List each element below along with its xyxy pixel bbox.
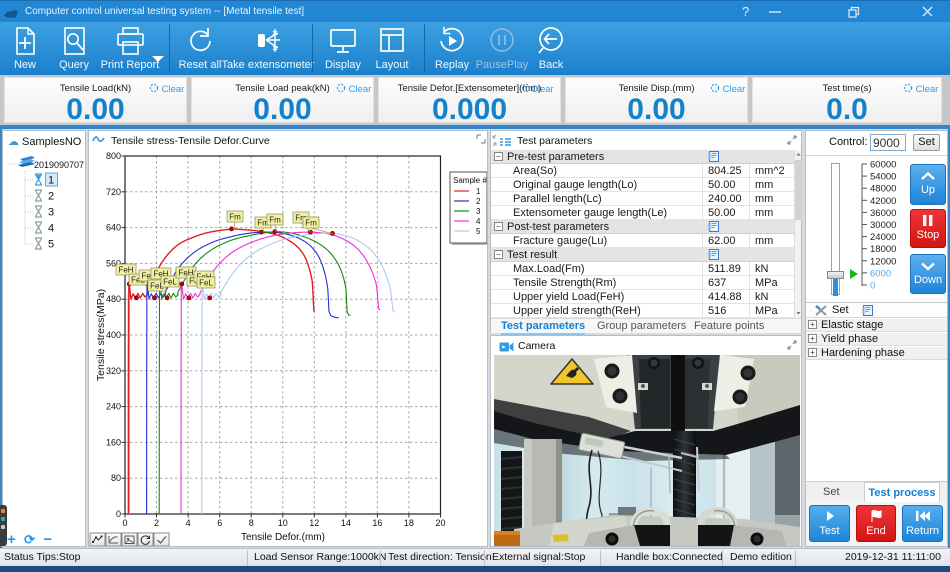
svg-text:FeH: FeH — [118, 266, 133, 275]
svg-text:FeL: FeL — [163, 278, 177, 287]
svg-text:4: 4 — [48, 223, 54, 235]
svg-text:Fm: Fm — [229, 213, 241, 222]
svg-text:2: 2 — [48, 191, 54, 203]
svg-text:400: 400 — [106, 330, 121, 340]
svg-text:Tensile stress(MPa): Tensile stress(MPa) — [95, 289, 107, 381]
svg-text:720: 720 — [106, 187, 121, 197]
svg-text:4: 4 — [476, 217, 481, 226]
svg-text:2: 2 — [476, 197, 481, 206]
svg-text:48000: 48000 — [870, 184, 896, 195]
svg-text:320: 320 — [106, 366, 121, 376]
svg-text:1: 1 — [48, 175, 54, 187]
svg-text:Sample #: Sample # — [453, 176, 487, 185]
svg-text:24000: 24000 — [870, 232, 896, 243]
svg-text:6: 6 — [217, 518, 222, 528]
svg-text:18: 18 — [404, 518, 414, 528]
svg-text:0: 0 — [870, 281, 875, 292]
svg-text:160: 160 — [106, 437, 121, 447]
svg-text:18000: 18000 — [870, 244, 896, 255]
svg-text:800: 800 — [106, 151, 121, 161]
svg-text:1: 1 — [476, 187, 481, 196]
svg-text:3: 3 — [48, 207, 54, 219]
svg-text:8: 8 — [249, 518, 254, 528]
svg-text:FeL: FeL — [199, 279, 213, 288]
svg-text:3: 3 — [476, 207, 481, 216]
svg-text:Fm: Fm — [305, 219, 317, 228]
svg-text:60000: 60000 — [870, 160, 896, 171]
svg-text:4: 4 — [186, 518, 191, 528]
svg-text:16: 16 — [372, 518, 382, 528]
svg-text:12: 12 — [309, 518, 319, 528]
svg-text:2: 2 — [154, 518, 159, 528]
svg-text:0: 0 — [116, 509, 121, 519]
svg-text:20: 20 — [435, 518, 445, 528]
svg-text:Fm: Fm — [269, 216, 281, 225]
svg-text:5: 5 — [476, 227, 481, 236]
svg-text:80: 80 — [111, 473, 121, 483]
svg-text:Tensile Defor.(mm): Tensile Defor.(mm) — [241, 532, 325, 543]
svg-text:5: 5 — [48, 239, 54, 251]
svg-text:6000: 6000 — [870, 268, 891, 279]
svg-text:640: 640 — [106, 223, 121, 233]
svg-text:12000: 12000 — [870, 256, 896, 267]
svg-text:Tensile stress-Tensile Defor.C: Tensile stress-Tensile Defor.Curve — [111, 135, 270, 147]
svg-text:480: 480 — [106, 294, 121, 304]
svg-text:54000: 54000 — [870, 172, 896, 183]
svg-text:10: 10 — [278, 518, 288, 528]
svg-text:42000: 42000 — [870, 196, 896, 207]
svg-text:14: 14 — [341, 518, 351, 528]
svg-text:2019090707: 2019090707 — [34, 160, 84, 170]
svg-text:36000: 36000 — [870, 208, 896, 219]
svg-text:240: 240 — [106, 402, 121, 412]
svg-text:0: 0 — [122, 518, 127, 528]
svg-text:30000: 30000 — [870, 220, 896, 231]
